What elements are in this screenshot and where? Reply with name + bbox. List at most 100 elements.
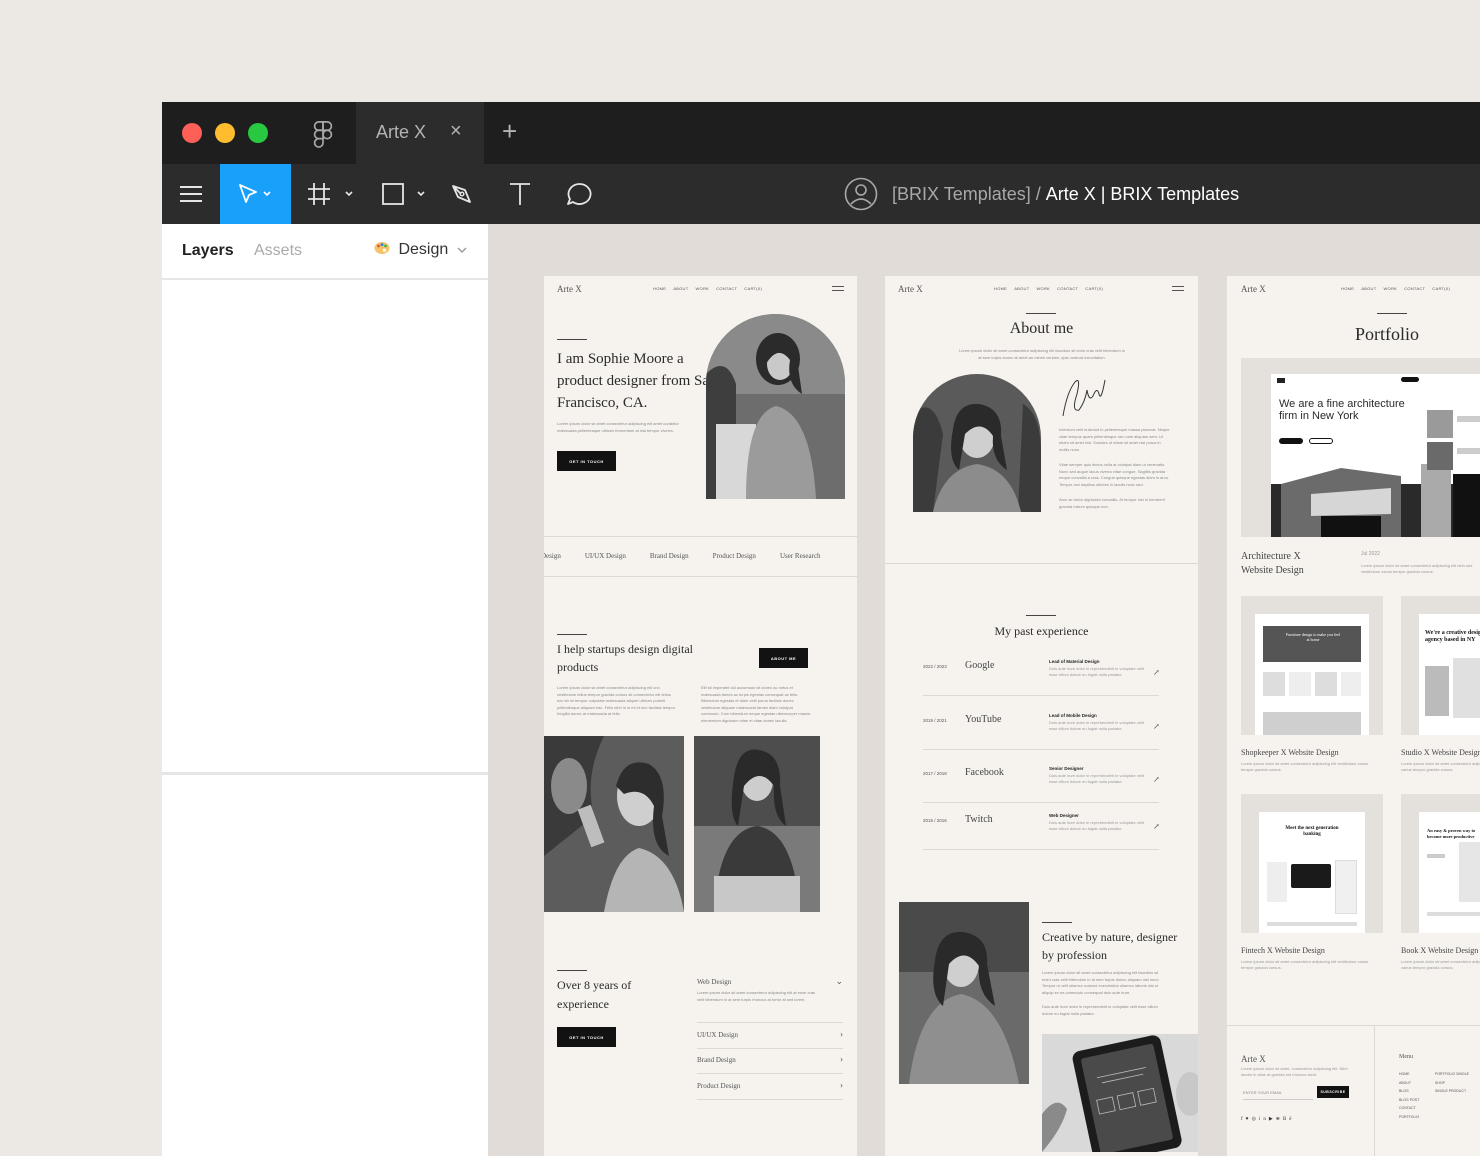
nav-contact: CONTACT (1404, 286, 1426, 291)
footer-menu-col-1: HOME ABOUT BLOG BLOG POST CONTACT PORTFO… (1399, 1070, 1419, 1121)
tab-assets[interactable]: Assets (254, 242, 302, 260)
about-title: About me (1009, 320, 1074, 337)
project-title-fintech[interactable]: Fintech X Website Design (1241, 946, 1325, 955)
experience-row[interactable]: 2015 / 2016 Twitch Web Designer Duis aut… (923, 810, 1160, 850)
experience-row[interactable]: 2019 / 2021 YouTube Lead of Mobile Desig… (923, 710, 1160, 750)
nav-work: WORK (695, 286, 710, 291)
featured-screen: We are a fine architecture firm in New Y… (1271, 374, 1480, 537)
nav-contact: CONTACT (1057, 286, 1079, 291)
creative-photo (899, 902, 1029, 1084)
linkedin-icon[interactable]: in (1259, 1117, 1269, 1122)
main-menu-button[interactable] (162, 164, 220, 224)
nav-cart: CART(0) (744, 286, 763, 291)
footer-link[interactable]: CONTACT (1399, 1104, 1419, 1113)
file-tab[interactable]: Arte X × (356, 102, 484, 164)
experience-row[interactable]: 2017 / 2018 Facebook Senior Designer Dui… (923, 763, 1160, 803)
project-card-book[interactable]: An easy & proven way to become more prod… (1401, 794, 1480, 933)
file-title[interactable]: [BRIX Templates] / Arte X | BRIX Templat… (844, 176, 1239, 212)
experience-years: 2022 / 2023 (923, 664, 947, 669)
studio-screen: We're a creative design agency based in … (1419, 614, 1480, 735)
featured-project-date: Jul 2022 (1361, 551, 1380, 557)
home-logo: Arte X (557, 284, 582, 294)
exp-get-in-touch-button[interactable]: GET IN TOUCH (557, 1027, 616, 1047)
footer-link[interactable]: PORTFOLIO SINGLE (1435, 1070, 1469, 1079)
project-title-book[interactable]: Book X Website Design (1401, 946, 1478, 955)
footer-link[interactable]: HOME (1399, 1070, 1419, 1079)
arrow-up-right-icon[interactable]: ↗ (1153, 775, 1160, 784)
comment-tool-button[interactable] (563, 164, 595, 224)
footer-link[interactable]: BLOG POST (1399, 1096, 1419, 1105)
move-tool-button[interactable] (220, 164, 291, 224)
youtube-icon[interactable]: ▶ (1269, 1117, 1276, 1122)
featured-headline: We are a fine architecture firm in New Y… (1279, 398, 1405, 422)
close-tab-icon[interactable]: × (450, 120, 462, 143)
about-me-button[interactable]: ABOUT ME (759, 648, 808, 668)
tab-layers[interactable]: Layers (182, 242, 234, 260)
behance-icon[interactable]: Bē (1283, 1117, 1295, 1122)
footer-link[interactable]: PORTFOLIO (1399, 1113, 1419, 1122)
featured-project-thumbnail[interactable]: We are a fine architecture firm in New Y… (1241, 358, 1480, 537)
footer-link[interactable]: SINGLE PRODUCT (1435, 1087, 1469, 1096)
file-tab-label: Arte X (376, 122, 427, 142)
about-section-divider (885, 563, 1198, 564)
nav-home: HOME (1341, 286, 1355, 291)
book-headline: An easy & proven way to become more prod… (1427, 828, 1476, 839)
pen-tool-button[interactable] (446, 164, 478, 224)
arrow-up-right-icon[interactable]: ↗ (1153, 668, 1160, 677)
portfolio-logo: Arte X (1241, 284, 1266, 294)
studio-headline: We're a creative design agency based in … (1425, 630, 1480, 643)
accordion-brand-design[interactable]: Brand Design › (697, 1054, 843, 1064)
tag-brand: Brand Design (649, 552, 689, 560)
nav-cart: CART(0) (1432, 286, 1451, 291)
experience-row[interactable]: 2022 / 2023 Google Lead of Material Desi… (923, 656, 1160, 696)
exp-title: Over 8 years of experience (557, 978, 632, 1011)
project-title-studio[interactable]: Studio X Website Design (1401, 748, 1480, 757)
instagram-icon[interactable]: ◎ (1252, 1117, 1259, 1122)
home-frame[interactable]: Arte X HOME ABOUT WORK CONTACT CART(0) I am … (544, 276, 857, 1156)
arrow-up-right-icon[interactable]: ↗ (1153, 722, 1160, 731)
project-card-studio[interactable]: We're a creative design agency based in … (1401, 596, 1480, 735)
text-tool-button[interactable] (506, 164, 534, 224)
featured-project-title[interactable]: Architecture X Website Design (1241, 550, 1331, 578)
accordion-label: Web Design (697, 978, 732, 986)
title-bar: Arte X × + (162, 102, 1480, 164)
project-title-shopkeeper[interactable]: Shopkeeper X Website Design (1241, 748, 1339, 757)
tag-design: Design (544, 552, 561, 560)
featured-project-text: Lorem ipsum dolor sit amet consectetur a… (1361, 563, 1473, 574)
experience-divider (923, 802, 1159, 803)
design-page-selector[interactable]: Design (374, 241, 467, 259)
minimize-window-button[interactable] (215, 123, 235, 143)
file-name[interactable]: Arte X | BRIX Templates (1046, 184, 1239, 205)
footer-link[interactable]: ABOUT (1399, 1079, 1419, 1088)
experience-desc: Duis aute irure dolor in reprehenderit i… (1049, 820, 1144, 831)
footer-email-input[interactable]: ENTER YOUR EMAIL (1243, 1090, 1313, 1100)
maximize-window-button[interactable] (248, 123, 268, 143)
footer-link[interactable]: BLOG (1399, 1087, 1419, 1096)
chevron-right-icon: › (840, 1080, 843, 1090)
portfolio-frame[interactable]: Arte X HOME ABOUT WORK CONTACT CART(0) Portf… (1227, 276, 1480, 1156)
add-tab-icon[interactable]: + (502, 116, 517, 147)
accordion-product-design[interactable]: Product Design › (697, 1080, 843, 1090)
arrow-up-right-icon[interactable]: ↗ (1153, 822, 1160, 831)
hero-get-in-touch-button[interactable]: GET IN TOUCH (557, 451, 616, 471)
project-card-fintech[interactable]: Meet the next generation banking (1241, 794, 1383, 933)
nav-about: ABOUT (1361, 286, 1377, 291)
file-path[interactable]: [BRIX Templates] / (892, 184, 1041, 205)
shape-tool-button[interactable] (376, 164, 432, 224)
frame-tool-button[interactable] (302, 164, 358, 224)
tags-bottom-border (544, 576, 857, 577)
accordion-web-design[interactable]: Web Design ⌄ Lorem ipsum dolor sit amet … (697, 976, 843, 1002)
profile-photo-2 (694, 736, 820, 912)
about-frame[interactable]: Arte X HOME ABOUT WORK CONTACT CART(0) About… (885, 276, 1198, 1156)
portfolio-title: Portfolio (1355, 324, 1420, 344)
footer-link[interactable]: SHOP (1435, 1079, 1469, 1088)
figma-logo-icon[interactable] (312, 120, 334, 148)
book-screen: An easy & proven way to become more prod… (1419, 812, 1480, 933)
close-window-button[interactable] (182, 123, 202, 143)
dribbble-icon[interactable]: ⊛ (1276, 1117, 1283, 1122)
design-canvas[interactable]: Arte X HOME ABOUT WORK CONTACT CART(0) I am … (488, 224, 1480, 1156)
tag-research: User Research (779, 552, 821, 560)
subscribe-button[interactable]: SUBSCRIBE (1317, 1086, 1349, 1098)
project-card-shopkeeper[interactable]: Furniture design to make you feel at hom… (1241, 596, 1383, 735)
accordion-uiux-design[interactable]: UI/UX Design › (697, 1029, 843, 1039)
